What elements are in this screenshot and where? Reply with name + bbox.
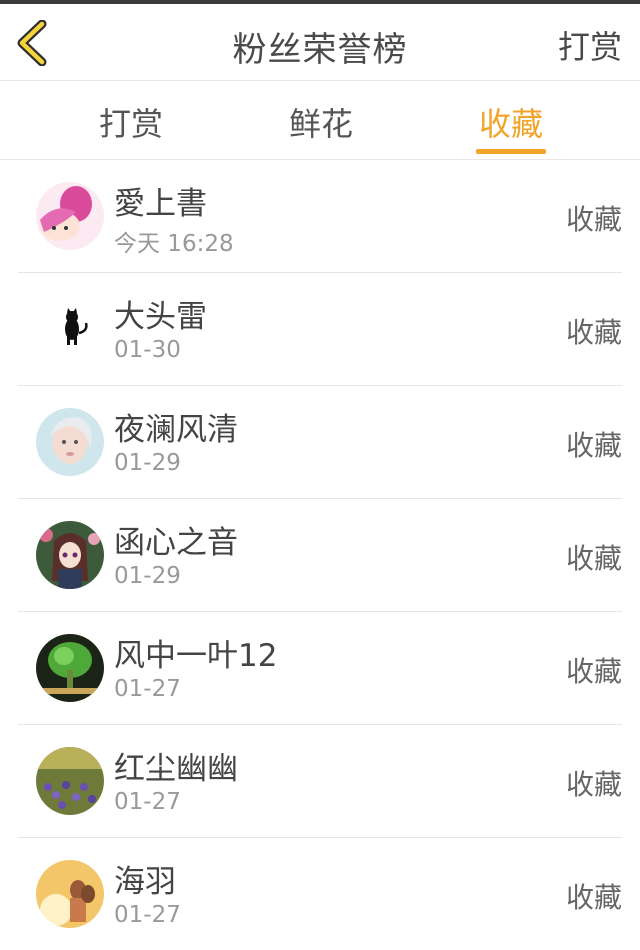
action-label: 收藏 xyxy=(565,542,622,575)
avatar xyxy=(36,634,104,702)
fan-name: 愛上書 xyxy=(114,186,207,222)
reward-link-button[interactable]: 打赏 xyxy=(558,22,622,68)
list-item[interactable]: 愛上書 今天 16:28 收藏 xyxy=(18,160,622,273)
chevron-left-icon xyxy=(17,19,47,67)
back-button[interactable] xyxy=(14,19,54,67)
avatar xyxy=(36,747,104,815)
tab-reward[interactable]: 打赏 xyxy=(96,99,166,145)
tab-bar: 打赏 鲜花 收藏 xyxy=(0,81,640,160)
tab-favorites[interactable]: 收藏 xyxy=(476,99,546,145)
active-tab-indicator xyxy=(476,149,546,154)
avatar xyxy=(36,408,104,476)
fan-list: 愛上書 今天 16:28 收藏 大头雷 01-30 收藏 夜澜风清 01-29 … xyxy=(0,160,640,950)
fan-name: 函心之音 xyxy=(114,525,238,561)
list-item[interactable]: 海羽 01-27 收藏 xyxy=(18,838,622,950)
header-bar: 粉丝荣誉榜 打赏 xyxy=(0,4,640,81)
fan-date: 01-30 xyxy=(114,337,181,363)
avatar xyxy=(36,182,104,250)
action-label: 收藏 xyxy=(565,203,622,236)
avatar xyxy=(36,521,104,589)
tab-flowers[interactable]: 鲜花 xyxy=(286,99,356,145)
list-item[interactable]: 夜澜风清 01-29 收藏 xyxy=(18,386,622,499)
page-title: 粉丝荣誉榜 xyxy=(232,30,408,70)
action-label: 收藏 xyxy=(565,316,622,349)
fan-name: 海羽 xyxy=(114,864,176,900)
fan-date: 01-27 xyxy=(114,902,181,928)
action-label: 收藏 xyxy=(565,881,622,914)
fan-name: 红尘幽幽 xyxy=(114,751,238,787)
fan-name: 风中一叶12 xyxy=(114,638,278,674)
list-item[interactable]: 函心之音 01-29 收藏 xyxy=(18,499,622,612)
avatar xyxy=(36,860,104,928)
avatar xyxy=(36,295,104,363)
fan-date: 01-29 xyxy=(114,563,181,589)
list-item[interactable]: 风中一叶12 01-27 收藏 xyxy=(18,612,622,725)
list-item[interactable]: 大头雷 01-30 收藏 xyxy=(18,273,622,386)
fan-name: 夜澜风清 xyxy=(114,412,238,448)
action-label: 收藏 xyxy=(565,768,622,801)
action-label: 收藏 xyxy=(565,655,622,688)
action-label: 收藏 xyxy=(565,429,622,462)
list-item[interactable]: 红尘幽幽 01-27 收藏 xyxy=(18,725,622,838)
fan-date: 今天 16:28 xyxy=(114,231,234,257)
fan-date: 01-27 xyxy=(114,789,181,815)
fan-date: 01-29 xyxy=(114,450,181,476)
fan-date: 01-27 xyxy=(114,676,181,702)
fan-name: 大头雷 xyxy=(114,299,207,335)
